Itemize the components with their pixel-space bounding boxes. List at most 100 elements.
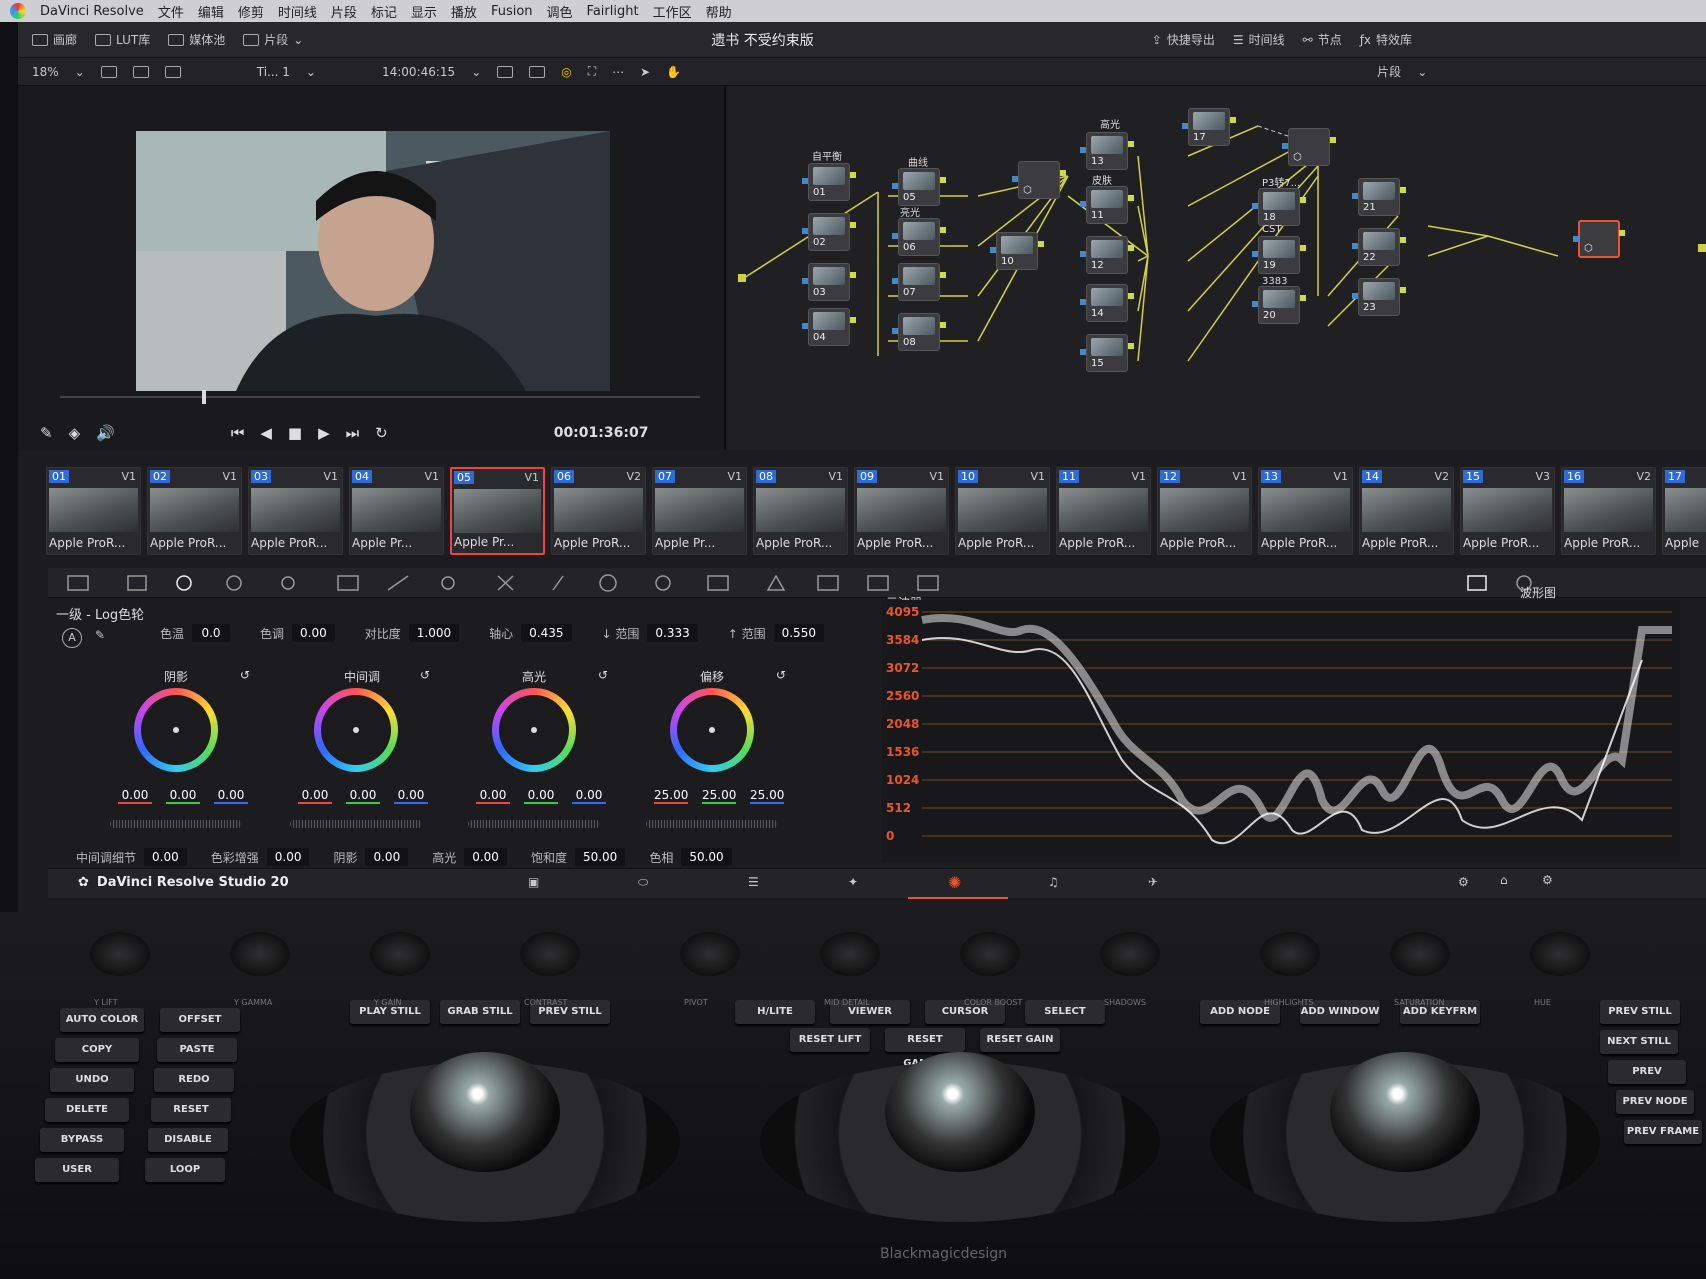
node-04[interactable]: 04 [802, 308, 856, 346]
panel-key[interactable]: AUTO COLOR [60, 1008, 144, 1032]
parallel-mixer-node[interactable]: ⬡ [1012, 161, 1066, 199]
node-21[interactable]: 21 [1352, 178, 1406, 216]
panel-key[interactable]: PREV STILL [1600, 1000, 1680, 1024]
layers-icon[interactable]: ◈ [69, 424, 81, 442]
color-wheel[interactable] [670, 688, 754, 772]
panel-key[interactable]: OFFSET [160, 1008, 240, 1032]
wheel-value[interactable]: 25.00 [654, 788, 688, 804]
panel-key[interactable]: RESET LIFT [790, 1028, 870, 1052]
pointer-icon[interactable]: ➤ [640, 65, 650, 79]
volume-icon[interactable]: 🔊 [96, 424, 115, 442]
color-wheel[interactable] [134, 688, 218, 772]
panel-knob[interactable] [520, 932, 580, 976]
fullscreen-icon[interactable]: ⛶ [588, 64, 596, 79]
panel-knob[interactable] [1260, 932, 1320, 976]
timeline-clip-16[interactable]: 16 V2 Apple ProR... [1561, 467, 1656, 555]
reset-icon[interactable]: ↺ [240, 668, 250, 682]
wheel-value[interactable]: 0.00 [118, 788, 152, 804]
display-mode-icon[interactable] [497, 65, 514, 78]
row2-param-4[interactable]: 饱和度 50.00 [531, 848, 626, 866]
menu-workspace[interactable]: 工作区 [653, 2, 692, 21]
timeline-clip-05[interactable]: 05 V1 Apple Pr... [450, 467, 545, 555]
node-14[interactable]: 14 [1080, 284, 1134, 322]
trackball[interactable] [1330, 1052, 1480, 1172]
panel-key[interactable]: SELECT [1025, 1000, 1105, 1024]
wheel-value[interactable]: 0.00 [524, 788, 558, 804]
panel-key[interactable]: RESET GAMMA [885, 1028, 965, 1069]
single-view-icon[interactable] [100, 65, 117, 78]
scrubber-track[interactable] [60, 396, 700, 398]
param-value[interactable]: 0.00 [365, 848, 409, 866]
loop-icon[interactable]: ↻ [375, 424, 388, 442]
panel-knob[interactable] [680, 932, 740, 976]
node-12[interactable]: 12 [1080, 236, 1134, 274]
chevron-down-icon[interactable]: ⌄ [75, 65, 85, 79]
timeline-select[interactable]: Ti... 1 [257, 65, 290, 79]
media-page-icon[interactable]: ▣ [528, 875, 539, 889]
chevron-down-icon[interactable]: ⌄ [471, 65, 481, 79]
param-value[interactable]: 0.550 [773, 624, 824, 642]
node-06[interactable]: 06 [892, 218, 946, 256]
wheel-value[interactable]: 0.00 [166, 788, 200, 804]
source-input-dot[interactable] [738, 274, 746, 282]
menu-timeline[interactable]: 时间线 [278, 2, 317, 21]
timeline-clip-03[interactable]: 03 V1 Apple ProR... [248, 467, 343, 555]
timeline-clip-12[interactable]: 12 V1 Apple ProR... [1157, 467, 1252, 555]
lut-button[interactable]: LUT库 [95, 31, 150, 48]
node-03[interactable]: 03 [802, 263, 856, 301]
param-value[interactable]: 0.00 [266, 848, 310, 866]
param-value[interactable]: 0.00 [464, 848, 507, 866]
more-icon[interactable]: ⋯ [612, 65, 624, 79]
color-page-icon[interactable]: ✺ [948, 873, 961, 892]
node-15[interactable]: 15 [1080, 334, 1134, 372]
selected-mixer-node[interactable]: ⬡ [1573, 220, 1625, 258]
menu-trim[interactable]: 修剪 [238, 2, 264, 21]
timeline-clip-11[interactable]: 11 V1 Apple ProR... [1056, 467, 1151, 555]
param-value[interactable]: 1.000 [408, 624, 460, 642]
color-wheel[interactable] [492, 688, 576, 772]
menu-mark[interactable]: 标记 [371, 2, 397, 21]
panel-knob[interactable] [230, 932, 290, 976]
timeline-clip-13[interactable]: 13 V1 Apple ProR... [1258, 467, 1353, 555]
deliver-page-icon[interactable]: ✈ [1148, 875, 1158, 889]
row1-param-0[interactable]: 色温 0.0 [160, 624, 231, 642]
timeline-clip-15[interactable]: 15 V3 Apple ProR... [1460, 467, 1555, 555]
menu-fairlight[interactable]: Fairlight [587, 4, 639, 19]
scrubber-handle[interactable] [202, 390, 206, 404]
panel-key[interactable]: BYPASS [40, 1128, 124, 1152]
zoom-select[interactable]: 18% [32, 65, 59, 79]
panel-knob[interactable] [960, 932, 1020, 976]
master-wheel[interactable] [110, 820, 242, 828]
menu-edit[interactable]: 编辑 [198, 2, 224, 21]
timeline-button[interactable]: ☰ 时间线 [1233, 31, 1285, 48]
settings-panel-icon[interactable]: ⚙ [1458, 875, 1469, 889]
node-10[interactable]: 10 [990, 232, 1044, 270]
node-05[interactable]: 05 [892, 168, 946, 206]
cut-page-icon[interactable]: ⬭ [638, 875, 648, 890]
panel-key[interactable]: PREV NODE [1616, 1090, 1694, 1114]
quick-export-button[interactable]: ⇪ 快捷导出 [1152, 31, 1215, 48]
fairlight-page-icon[interactable]: ♫ [1048, 875, 1059, 889]
trackball[interactable] [410, 1052, 560, 1172]
menu-clip[interactable]: 片段 [331, 2, 357, 21]
panel-key[interactable]: PASTE [157, 1038, 237, 1062]
wheel-puck[interactable] [353, 727, 359, 733]
safe-area-icon[interactable] [529, 65, 546, 78]
timeline-clip-01[interactable]: 01 V1 Apple ProR... [46, 467, 141, 555]
timeline-clip-02[interactable]: 02 V1 Apple ProR... [147, 467, 242, 555]
menu-file[interactable]: 文件 [158, 2, 184, 21]
node-17[interactable]: 17 [1182, 108, 1236, 146]
panel-key[interactable]: REDO [154, 1068, 234, 1092]
timeline-clip-14[interactable]: 14 V2 Apple ProR... [1359, 467, 1454, 555]
wheel-puck[interactable] [173, 727, 179, 733]
stop-icon[interactable]: ■ [288, 424, 302, 442]
row1-param-2[interactable]: 对比度 1.000 [365, 624, 460, 642]
wheel-value[interactable]: 0.00 [298, 788, 332, 804]
node-editor[interactable]: 01 02 03 04 05 06 07 08 10 11 12 13 14 15 17 18 19 20 21 22… [728, 86, 1706, 450]
app-name[interactable]: DaVinci Resolve [40, 4, 144, 19]
media-pool-button[interactable]: 媒体池 [168, 31, 225, 48]
panel-key[interactable]: USER [35, 1158, 119, 1182]
panel-key[interactable]: COPY [55, 1038, 139, 1062]
chevron-down-icon[interactable]: ⌄ [306, 65, 316, 79]
highlight-icon[interactable]: ◎ [561, 65, 571, 79]
